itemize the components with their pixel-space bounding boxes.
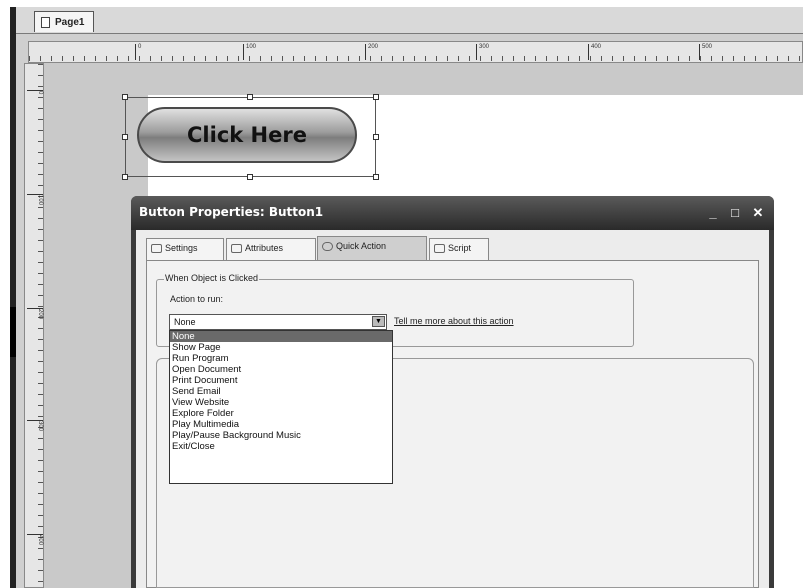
help-link[interactable]: Tell me more about this action — [394, 316, 514, 326]
attributes-icon — [231, 244, 242, 254]
dialog-body: Settings Attributes Quick Action Script … — [136, 230, 769, 588]
tab-page1-label: Page1 — [55, 17, 85, 28]
ruler-mark: 100 — [243, 44, 256, 60]
tab-attributes[interactable]: Attributes — [226, 238, 316, 260]
ruler-mark: 0 — [27, 90, 43, 94]
ruler-mark: 300 — [27, 420, 43, 431]
list-item[interactable]: Exit/Close — [170, 441, 392, 452]
tab-settings-label: Settings — [165, 243, 198, 253]
dropdown-arrow-icon[interactable]: ▼ — [372, 316, 385, 327]
tab-quick-action[interactable]: Quick Action — [317, 236, 427, 260]
action-dropdown-list[interactable]: None Show Page Run Program Open Document… — [169, 330, 393, 484]
list-item[interactable]: Send Email — [170, 386, 392, 397]
list-item[interactable]: Run Program — [170, 353, 392, 364]
list-item[interactable]: Play/Pause Background Music — [170, 430, 392, 441]
click-here-button[interactable]: Click Here — [137, 107, 357, 163]
ruler-mark: 400 — [27, 534, 43, 545]
resize-handle[interactable] — [247, 174, 253, 180]
button-properties-dialog: Button Properties: Button1 _ □ ✕ Setting… — [131, 196, 774, 588]
list-item[interactable]: Open Document — [170, 364, 392, 375]
list-item[interactable]: None — [170, 331, 392, 342]
horizontal-ruler: 0 100 200 300 400 500 — [28, 41, 803, 63]
tab-attributes-label: Attributes — [245, 243, 284, 253]
resize-handle[interactable] — [122, 134, 128, 140]
list-item[interactable]: View Website — [170, 397, 392, 408]
dialog-titlebar[interactable]: Button Properties: Button1 _ □ ✕ — [131, 196, 774, 230]
resize-handle[interactable] — [247, 94, 253, 100]
ruler-mark: 300 — [476, 44, 489, 60]
tab-settings[interactable]: Settings — [146, 238, 224, 260]
tab-page1[interactable]: Page1 — [34, 11, 94, 32]
ruler-mark: 200 — [27, 308, 43, 319]
list-item[interactable]: Print Document — [170, 375, 392, 386]
action-select[interactable]: None — [169, 314, 387, 330]
page-tab-strip: Page1 — [16, 7, 803, 34]
ruler-mark: 100 — [27, 194, 43, 205]
resize-handle[interactable] — [373, 134, 379, 140]
splitter-handle[interactable] — [10, 307, 16, 357]
ruler-mark: 400 — [588, 44, 601, 60]
page-icon — [41, 17, 50, 28]
script-icon — [434, 244, 445, 254]
group-label: When Object is Clicked — [164, 273, 260, 283]
vertical-ruler: 0 100 200 300 400 — [24, 63, 44, 588]
resize-handle[interactable] — [122, 174, 128, 180]
ruler-mark: 200 — [365, 44, 378, 60]
resize-handle[interactable] — [122, 94, 128, 100]
close-button[interactable]: ✕ — [748, 204, 768, 222]
list-item[interactable]: Play Multimedia — [170, 419, 392, 430]
list-item[interactable]: Show Page — [170, 342, 392, 353]
action-label: Action to run: — [170, 294, 224, 304]
dialog-title: Button Properties: Button1 — [139, 205, 324, 219]
resize-handle[interactable] — [373, 94, 379, 100]
minimize-button[interactable]: _ — [703, 204, 723, 222]
settings-icon — [151, 244, 162, 254]
quick-action-icon — [322, 242, 333, 252]
ruler-mark: 0 — [135, 44, 141, 60]
tab-script[interactable]: Script — [429, 238, 489, 260]
resize-handle[interactable] — [373, 174, 379, 180]
list-item[interactable]: Explore Folder — [170, 408, 392, 419]
ruler-mark: 500 — [699, 44, 712, 60]
left-border — [10, 7, 16, 588]
tab-script-label: Script — [448, 243, 472, 253]
maximize-button[interactable]: □ — [725, 204, 745, 222]
tab-quick-action-label: Quick Action — [336, 241, 387, 251]
